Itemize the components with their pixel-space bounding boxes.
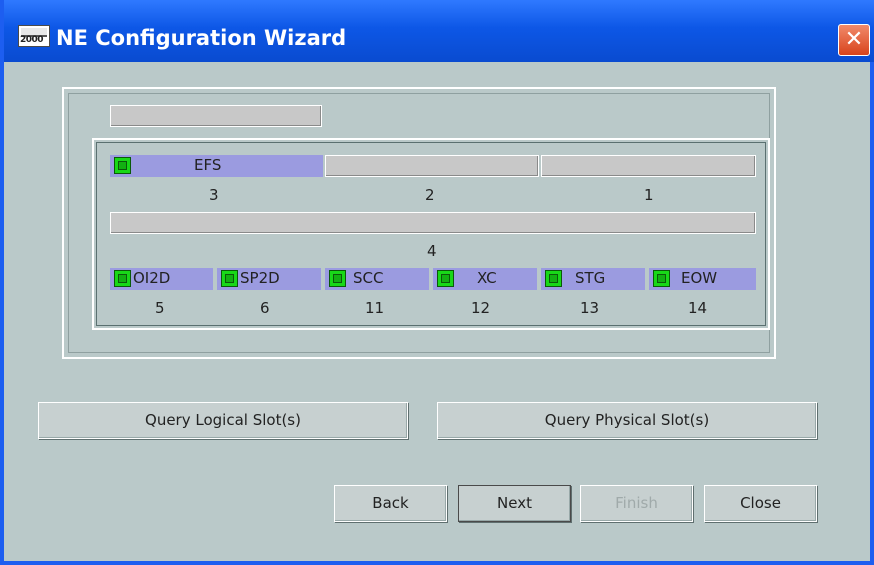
slot-12-label: XC bbox=[477, 269, 497, 287]
board-status-led-icon bbox=[221, 270, 238, 287]
close-button[interactable]: Close bbox=[704, 485, 817, 522]
finish-button[interactable]: Finish bbox=[580, 485, 693, 522]
slot-5-label: OI2D bbox=[133, 269, 171, 287]
query-logical-slots-button[interactable]: Query Logical Slot(s) bbox=[38, 402, 408, 439]
slot-1-number: 1 bbox=[644, 186, 654, 204]
board-status-led-icon bbox=[114, 270, 131, 287]
slot-14-label: EOW bbox=[681, 269, 718, 287]
board-status-led-icon bbox=[545, 270, 562, 287]
slot-5[interactable]: OI2D bbox=[110, 268, 213, 290]
back-button[interactable]: Back bbox=[334, 485, 447, 522]
board-status-led-icon bbox=[653, 270, 670, 287]
wizard-window: 2000 NE Configuration Wizard ✕ EFS 3 2 1… bbox=[0, 0, 874, 565]
slot-11[interactable]: SCC bbox=[325, 268, 429, 290]
slot-3-number: 3 bbox=[209, 186, 219, 204]
slot-13-number: 13 bbox=[580, 299, 600, 317]
slot-12-number: 12 bbox=[471, 299, 491, 317]
slot-6-number: 6 bbox=[260, 299, 270, 317]
slot-3[interactable]: EFS bbox=[110, 155, 323, 177]
board-status-led-icon bbox=[329, 270, 346, 287]
slot-11-number: 11 bbox=[365, 299, 385, 317]
slot-unnamed-top[interactable] bbox=[110, 105, 322, 127]
slot-4[interactable] bbox=[110, 212, 756, 234]
slot-14-number: 14 bbox=[688, 299, 708, 317]
board-status-led-icon bbox=[114, 157, 131, 174]
slot-3-label: EFS bbox=[194, 156, 222, 174]
slot-13[interactable]: STG bbox=[541, 268, 645, 290]
slot-2-number: 2 bbox=[425, 186, 435, 204]
slot-11-label: SCC bbox=[353, 269, 384, 287]
window-title: NE Configuration Wizard bbox=[56, 26, 347, 50]
slot-14[interactable]: EOW bbox=[649, 268, 756, 290]
title-bar[interactable]: 2000 NE Configuration Wizard ✕ bbox=[4, 0, 874, 62]
app-icon-label: 2000 bbox=[20, 35, 44, 45]
close-window-icon[interactable]: ✕ bbox=[838, 24, 870, 56]
board-status-led-icon bbox=[437, 270, 454, 287]
slot-4-number: 4 bbox=[427, 242, 437, 260]
slot-5-number: 5 bbox=[155, 299, 165, 317]
query-physical-slots-button[interactable]: Query Physical Slot(s) bbox=[437, 402, 817, 439]
slot-1[interactable] bbox=[541, 155, 756, 177]
slot-2[interactable] bbox=[325, 155, 539, 177]
slot-13-label: STG bbox=[575, 269, 606, 287]
next-button[interactable]: Next bbox=[458, 485, 571, 522]
slot-6[interactable]: SP2D bbox=[217, 268, 321, 290]
slot-12[interactable]: XC bbox=[433, 268, 537, 290]
app-icon: 2000 bbox=[18, 25, 50, 47]
slot-6-label: SP2D bbox=[240, 269, 280, 287]
